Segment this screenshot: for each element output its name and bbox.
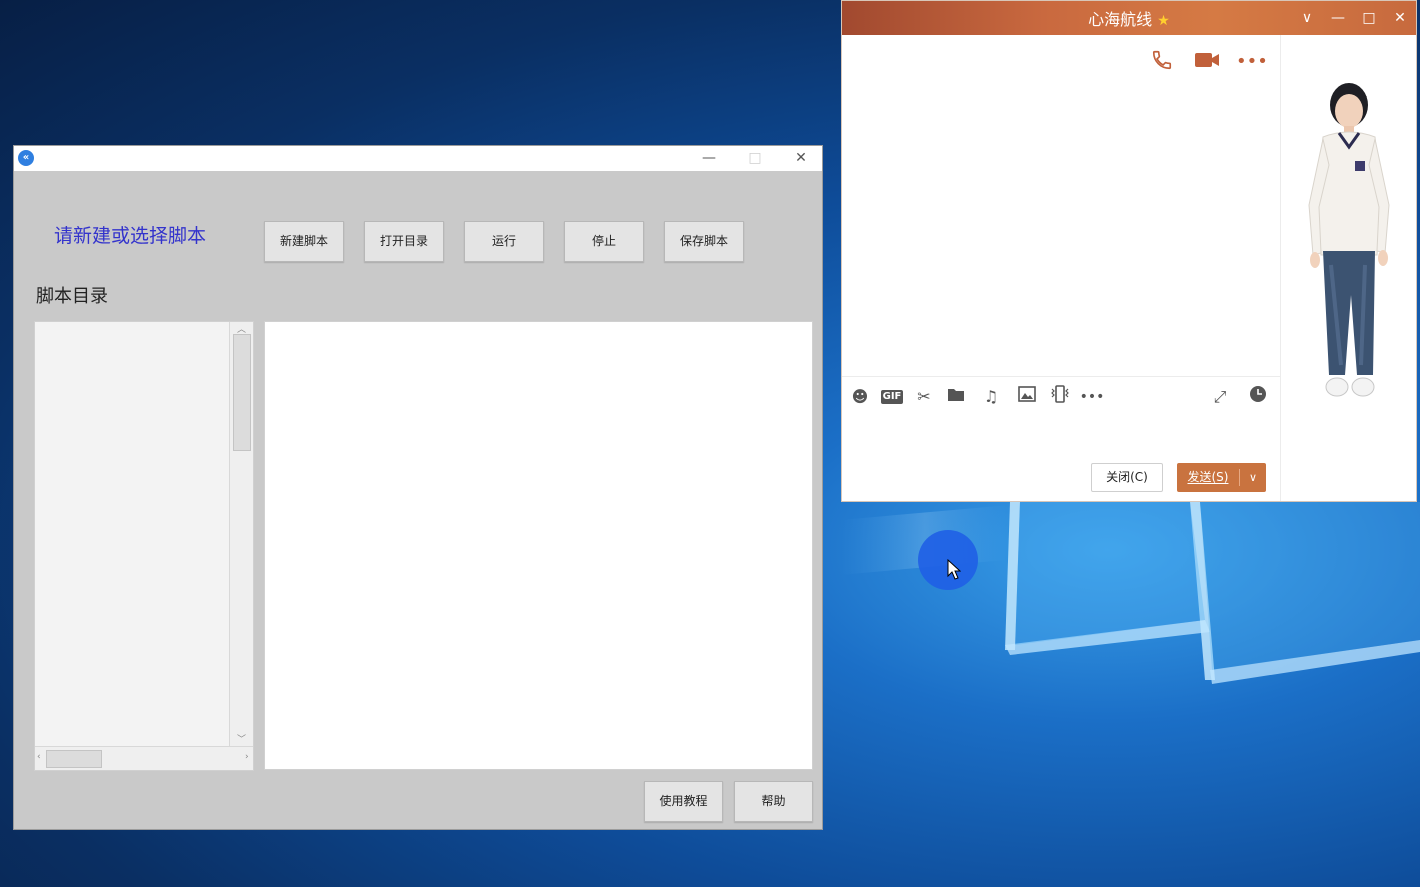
scissors-icon[interactable]: ✂ <box>911 385 937 409</box>
script-tool-window: « — □ ✕ 请新建或选择脚本 新建脚本 打开目录 运行 停止 保存脚本 脚本… <box>13 145 823 830</box>
video-icon[interactable] <box>1193 49 1221 75</box>
chat-close-button[interactable]: ✕ <box>1385 5 1415 31</box>
send-button-label[interactable]: 发送(S) <box>1177 463 1239 492</box>
contact-name-text: 心海航线 <box>1088 10 1153 29</box>
send-button[interactable]: 发送(S) ∨ <box>1177 463 1266 492</box>
vertical-scrollbar[interactable]: ︿ ﹀ <box>229 322 253 746</box>
chat-window: 心海航线 ★ ∨ — □ ✕ ••• ☻ GIF ✂ ♫ ••• ⤢ 关闭(C)… <box>841 0 1417 502</box>
chat-minimize-button[interactable]: — <box>1323 5 1353 31</box>
scroll-down-icon[interactable]: ﹀ <box>237 732 246 745</box>
chat-titlebar[interactable]: 心海航线 ★ ∨ — □ ✕ <box>842 1 1416 35</box>
script-editor[interactable] <box>264 321 813 770</box>
more-icon[interactable]: ••• <box>1236 49 1268 75</box>
chat-message-area[interactable]: ••• ☻ GIF ✂ ♫ ••• ⤢ 关闭(C) 发送(S) ∨ <box>842 35 1280 501</box>
script-directory-tree[interactable]: ︿ ﹀ ‹ › <box>34 321 254 771</box>
maximize-button[interactable]: □ <box>732 146 778 171</box>
music-icon[interactable]: ♫ <box>978 385 1004 409</box>
close-button[interactable]: ✕ <box>778 146 824 171</box>
app-titlebar[interactable]: « — □ ✕ <box>14 146 822 171</box>
maximize-icon: □ <box>748 150 762 166</box>
gif-icon[interactable]: GIF <box>881 390 903 404</box>
scroll-right-icon[interactable]: › <box>245 752 249 762</box>
shake-icon[interactable] <box>1047 385 1073 409</box>
chevron-down-icon[interactable]: ∨ <box>1240 463 1266 492</box>
star-icon: ★ <box>1157 13 1170 29</box>
minimize-button[interactable]: — <box>686 146 732 171</box>
new-script-button[interactable]: 新建脚本 <box>264 221 344 262</box>
mouse-pointer-icon <box>947 559 961 580</box>
chat-close-action-button[interactable]: 关闭(C) <box>1091 463 1163 492</box>
save-script-button[interactable]: 保存脚本 <box>664 221 744 262</box>
phone-icon[interactable] <box>1148 49 1176 75</box>
expand-icon[interactable]: ⤢ <box>1207 385 1233 409</box>
tutorial-button[interactable]: 使用教程 <box>644 781 723 822</box>
help-button[interactable]: 帮助 <box>734 781 813 822</box>
more-tools-icon[interactable]: ••• <box>1079 385 1105 409</box>
image-icon[interactable] <box>1014 385 1040 409</box>
chevron-down-icon: ∨ <box>1301 10 1313 26</box>
run-button[interactable]: 运行 <box>464 221 544 262</box>
minimize-icon: — <box>702 150 716 166</box>
vertical-scroll-thumb[interactable] <box>233 334 251 451</box>
input-divider <box>842 376 1280 377</box>
chat-maximize-button[interactable]: □ <box>1354 5 1384 31</box>
chat-side-panel <box>1280 35 1416 501</box>
maximize-icon: □ <box>1362 10 1376 26</box>
folder-icon[interactable] <box>943 385 969 409</box>
close-icon: ✕ <box>795 150 807 166</box>
chat-dropdown-button[interactable]: ∨ <box>1292 5 1322 31</box>
horizontal-scrollbar[interactable]: ‹ › <box>35 746 253 770</box>
status-text: 请新建或选择脚本 <box>54 225 207 247</box>
scroll-left-icon[interactable]: ‹ <box>37 752 41 762</box>
open-directory-button[interactable]: 打开目录 <box>364 221 444 262</box>
avatar <box>1308 83 1390 397</box>
app-logo-icon: « <box>18 150 34 166</box>
emoji-icon[interactable]: ☻ <box>847 385 873 409</box>
clock-icon[interactable] <box>1245 385 1271 409</box>
directory-label: 脚本目录 <box>36 286 108 307</box>
horizontal-scroll-thumb[interactable] <box>46 750 102 768</box>
stop-button[interactable]: 停止 <box>564 221 644 262</box>
minimize-icon: — <box>1331 10 1345 26</box>
close-icon: ✕ <box>1394 10 1406 26</box>
